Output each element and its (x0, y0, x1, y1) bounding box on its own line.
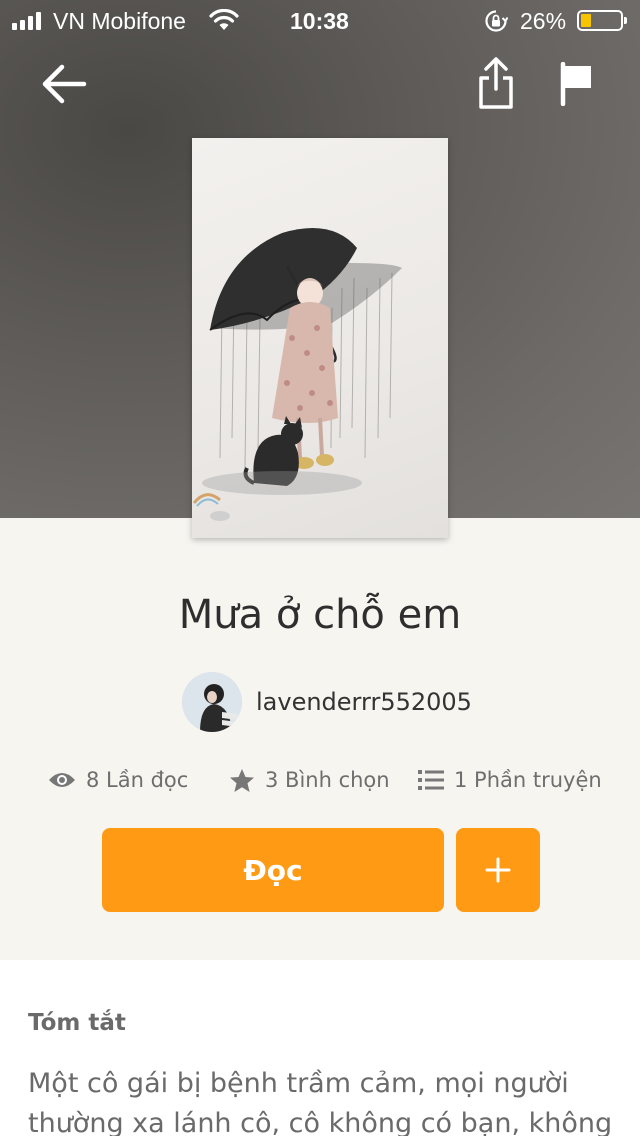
add-to-library-button[interactable] (456, 828, 540, 912)
wifi-icon (209, 9, 239, 30)
votes-count: 3 Bình chọn (265, 768, 390, 792)
author-link[interactable]: lavenderrr552005 (182, 672, 472, 732)
clock: 10:38 (290, 8, 349, 34)
author-name[interactable]: lavenderrr552005 (256, 688, 472, 716)
cover-illustration (192, 228, 402, 521)
star-icon (230, 768, 254, 792)
story-stats: 8 Lần đọc 3 Bình chọn 1 Phần truyện (0, 764, 640, 796)
read-button[interactable]: Đọc (102, 828, 444, 912)
parts-count: 1 Phần truyện (454, 768, 602, 792)
back-arrow-icon[interactable] (40, 62, 88, 106)
reads-count: 8 Lần đọc (86, 768, 189, 792)
votes-stat: 3 Bình chọn (229, 764, 390, 796)
parts-stat: 1 Phần truyện (418, 764, 602, 796)
rotation-lock-icon (485, 10, 508, 32)
flag-icon[interactable] (558, 62, 594, 106)
eye-icon (49, 773, 75, 787)
list-icon (418, 770, 444, 790)
plus-icon (485, 857, 511, 883)
battery-icon (577, 10, 627, 31)
reads-stat: 8 Lần đọc (48, 764, 188, 796)
story-cover-image[interactable] (192, 138, 448, 538)
carrier-name: VN Mobifone (53, 8, 186, 34)
status-bar: VN Mobifone 10:38 26% (0, 0, 640, 40)
summary-heading: Tóm tắt (28, 1010, 126, 1036)
summary-text[interactable]: Một cô gái bị bệnh trầm cảm, mọi người t… (28, 1064, 618, 1136)
share-icon[interactable] (476, 56, 516, 110)
battery-percentage: 26% (520, 8, 567, 34)
signal-strength-icon (12, 12, 41, 30)
story-title: Mưa ở chỗ em (178, 592, 462, 638)
author-avatar[interactable] (182, 672, 242, 732)
summary-section: Tóm tắt Một cô gái bị bệnh trầm cảm, mọi… (0, 960, 640, 1136)
